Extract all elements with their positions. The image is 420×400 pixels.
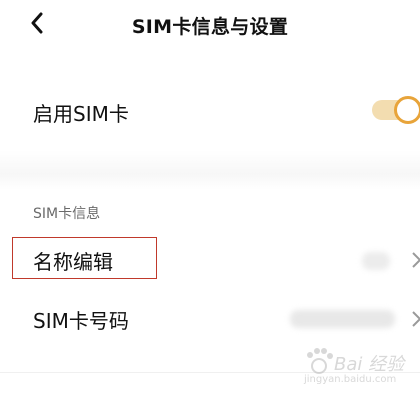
name-value-blurred: [362, 252, 390, 270]
section-divider: [0, 150, 420, 190]
enable-sim-label: 启用SIM卡: [33, 102, 129, 126]
divider: [0, 372, 420, 373]
sim-number-value-blurred: [290, 310, 395, 328]
watermark-subtext: jingyan.baidu.com: [304, 374, 397, 385]
chevron-right-icon: [412, 311, 420, 327]
chevron-right-icon: [412, 252, 420, 268]
sim-number-label: SIM卡号码: [33, 309, 129, 333]
header: SIM卡信息与设置: [0, 0, 420, 50]
watermark: Bai 经验 jingyan.baidu.com: [298, 346, 420, 392]
toggle-knob: [394, 96, 420, 124]
enable-sim-toggle[interactable]: [372, 94, 420, 126]
highlight-box: [12, 237, 157, 279]
section-heading-sim-info: SIM卡信息: [33, 206, 101, 222]
page-title: SIM卡信息与设置: [131, 16, 289, 38]
